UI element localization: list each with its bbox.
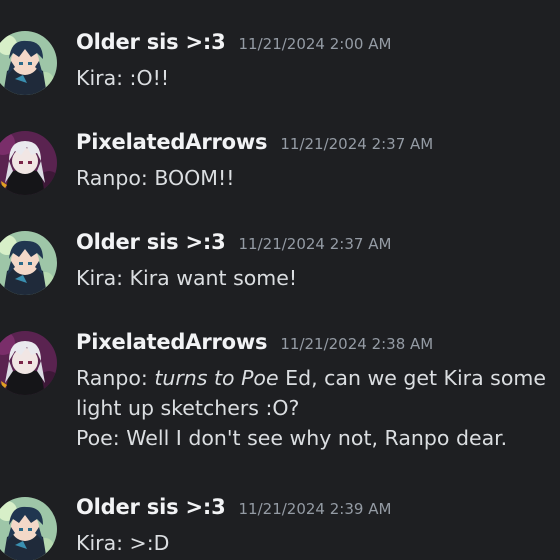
username[interactable]: Older sis >:3: [76, 230, 226, 254]
message-content: Ranpo: BOOM!!: [76, 163, 560, 193]
avatar[interactable]: [0, 31, 57, 95]
avatar[interactable]: [0, 231, 57, 295]
username[interactable]: Older sis >:3: [76, 30, 226, 54]
teal-haired-character-avatar-icon: [0, 497, 57, 560]
timestamp: 11/21/2024 2:37 AM: [238, 235, 392, 253]
message-content: Kira: :O!!: [76, 63, 560, 93]
avatar[interactable]: [0, 497, 57, 560]
timestamp: 11/21/2024 2:39 AM: [238, 500, 392, 518]
avatar[interactable]: [0, 331, 57, 395]
teal-haired-character-avatar-icon: [0, 31, 57, 95]
message-text: Ranpo: BOOM!!: [76, 166, 235, 190]
message-text-suffix: Ed, can we get Kira some: [278, 366, 546, 390]
timestamp: 11/21/2024 2:00 AM: [238, 35, 392, 53]
timestamp: 11/21/2024 2:37 AM: [280, 135, 434, 153]
message-text-line: light up sketchers :O?: [76, 396, 300, 420]
white-haired-character-avatar-icon: [0, 331, 57, 395]
username[interactable]: PixelatedArrows: [76, 130, 268, 154]
timestamp: 11/21/2024 2:38 AM: [280, 335, 434, 353]
message-content: Kira: >:D: [76, 528, 560, 558]
message-action-italic: turns to Poe: [154, 366, 279, 390]
message-text-prefix: Ranpo:: [76, 366, 155, 390]
teal-haired-character-avatar-icon: [0, 231, 57, 295]
avatar[interactable]: [0, 131, 57, 195]
username[interactable]: PixelatedArrows: [76, 330, 268, 354]
message-text-line: Poe: Well I don't see why not, Ranpo dea…: [76, 426, 508, 450]
message-text-line: Ranpo: turns to Poe Ed, can we get Kira …: [76, 363, 560, 393]
message-text: Kira: >:D: [76, 531, 170, 555]
message-content: Ranpo: turns to Poe Ed, can we get Kira …: [76, 363, 560, 453]
message-text: Kira: Kira want some!: [76, 266, 298, 290]
white-haired-character-avatar-icon: [0, 131, 57, 195]
username[interactable]: Older sis >:3: [76, 495, 226, 519]
message-content: Kira: Kira want some!: [76, 263, 560, 293]
message-text: Kira: :O!!: [76, 66, 170, 90]
